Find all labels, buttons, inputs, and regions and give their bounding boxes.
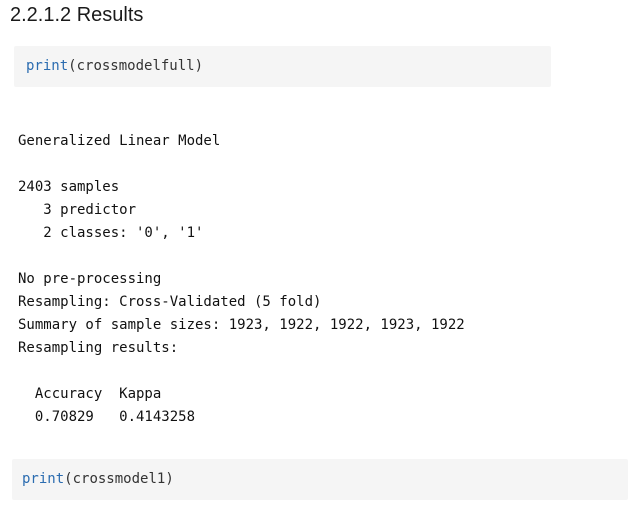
- output-line: Resampling results:: [18, 340, 179, 356]
- function-name: print: [22, 471, 65, 487]
- code-chunk-print-crossmodelfull[interactable]: print(crossmodelfull): [14, 46, 551, 87]
- function-name: print: [26, 58, 69, 74]
- close-paren: ): [165, 471, 174, 487]
- console-output: Generalized Linear Model 2403 samples 3 …: [18, 107, 465, 452]
- output-line: 3 predictor: [18, 202, 137, 218]
- section-heading: 2.2.1.2 Results: [10, 4, 144, 26]
- code-chunk-print-crossmodel1[interactable]: print(crossmodel1): [12, 459, 628, 500]
- open-paren: (: [64, 471, 73, 487]
- output-line: 2403 samples: [18, 179, 120, 195]
- function-argument: crossmodelfull: [76, 58, 195, 74]
- output-line: Accuracy Kappa: [18, 386, 196, 402]
- close-paren: ): [194, 58, 204, 74]
- output-line: Summary of sample sizes: 1923, 1922, 192…: [18, 317, 465, 333]
- output-line: 2 classes: '0', '1': [18, 225, 204, 241]
- output-line: 0.70829 0.4143258: [18, 409, 196, 425]
- output-line: Generalized Linear Model: [18, 133, 221, 149]
- function-argument: crossmodel1: [72, 471, 166, 487]
- open-paren: (: [68, 58, 77, 74]
- code-line: print(crossmodelfull): [26, 58, 203, 75]
- output-line: No pre-processing: [18, 271, 162, 287]
- code-line: print(crossmodel1): [22, 471, 174, 488]
- output-line: Resampling: Cross-Validated (5 fold): [18, 294, 322, 310]
